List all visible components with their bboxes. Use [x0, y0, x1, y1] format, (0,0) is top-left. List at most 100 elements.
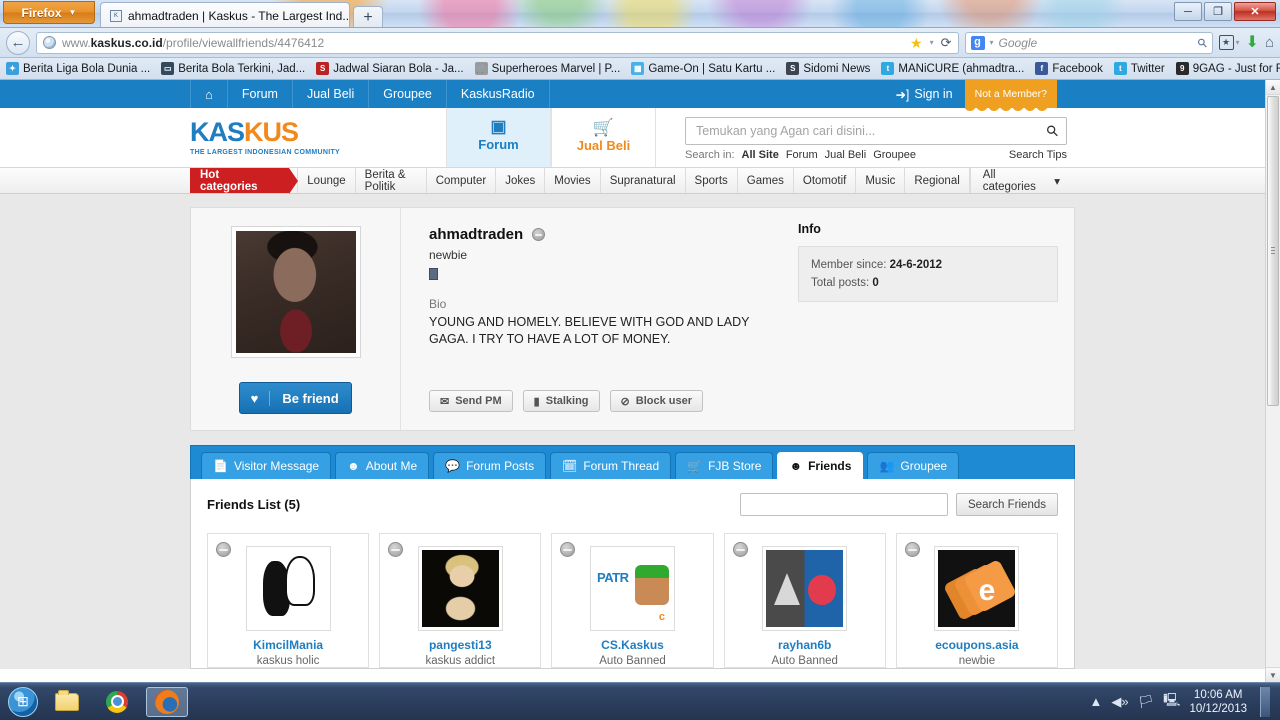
category-item[interactable]: Movies [545, 168, 601, 193]
bookmark-item[interactable]: f Facebook [1035, 62, 1103, 75]
windows-start-icon[interactable]: ⊞ [8, 686, 38, 717]
address-bar[interactable]: www.kaskus.co.id/profile/viewallfriends/… [36, 31, 959, 54]
friend-avatar[interactable] [417, 546, 503, 631]
site-topbar-item-jualbeli[interactable]: Jual Beli [293, 80, 370, 108]
search-tips-link[interactable]: Search Tips [1009, 149, 1067, 161]
friend-card[interactable]: rayhan6b Auto Banned [723, 533, 886, 668]
browser-search-input[interactable]: Google [999, 36, 1193, 50]
bookmark-item[interactable]: S Jadwal Siaran Bola - Ja... [316, 62, 464, 75]
search-friends-input[interactable] [740, 493, 949, 516]
friend-card[interactable]: e ecoupons.asia newbie [895, 533, 1059, 668]
minimize-button[interactable]: ─ [1174, 2, 1202, 21]
category-item[interactable]: Computer [427, 168, 497, 193]
tab-forum-posts[interactable]: 💬 Forum Posts [433, 452, 547, 479]
search-icon[interactable]: ⚲ [1194, 34, 1210, 50]
category-item[interactable]: Berita & Politik [356, 168, 427, 193]
browser-search-bar[interactable]: g ▾ Google ⚲ [964, 31, 1213, 54]
category-item[interactable]: Sports [686, 168, 738, 193]
friend-card[interactable]: pangesti13 kaskus addict [379, 533, 542, 668]
downloads-icon[interactable]: ⬇ [1246, 34, 1259, 51]
site-home-link[interactable]: ⌂ [190, 80, 228, 108]
page-scrollbar[interactable]: ▲ ▼ [1265, 80, 1280, 682]
taskbar-item-mozilla-firefox[interactable] [146, 686, 188, 717]
stalking-button[interactable]: ▮ Stalking [522, 390, 600, 412]
bookmarks-menu-button[interactable]: ★ ▾ [1218, 35, 1240, 50]
bookmark-item[interactable]: t MANiCURE (ahmadtra... [881, 62, 1024, 75]
bookmark-star-icon[interactable]: ★ [910, 36, 923, 50]
tab-visitor-message[interactable]: 📄 Visitor Message [201, 452, 332, 479]
bookmark-item[interactable]: ✦ Berita Liga Bola Dunia ... [6, 62, 150, 75]
friend-name[interactable]: CS.Kaskus [552, 638, 712, 652]
block-user-button[interactable]: ⊘ Block user [609, 390, 703, 412]
friend-name[interactable]: KimcilMania [208, 638, 368, 652]
search-scope-forum[interactable]: Forum [786, 149, 818, 161]
taskbar-item-google-chrome[interactable] [96, 687, 138, 717]
section-tab-forum[interactable]: ▣ Forum [446, 108, 551, 167]
network-icon[interactable]: 🖳 [1163, 691, 1180, 713]
be-friend-button[interactable]: ♥ Be friend [239, 382, 352, 414]
friend-avatar[interactable] [762, 546, 848, 631]
chevron-down-icon[interactable]: ▾ [930, 38, 934, 47]
site-logo[interactable]: KASKUS THE LARGEST INDONESIAN COMMUNITY [190, 108, 446, 167]
taskbar-clock[interactable]: 10:06 AM 10/12/2013 [1189, 688, 1247, 716]
reload-icon[interactable]: ⟳ [941, 35, 952, 51]
friend-card[interactable]: PATR c CS.Kaskus Auto Banned [551, 533, 714, 668]
friend-name[interactable]: rayhan6b [725, 638, 885, 652]
show-desktop-button[interactable] [1260, 686, 1270, 717]
show-hidden-icons-icon[interactable]: ▲ [1089, 694, 1102, 709]
category-item[interactable]: Supranatural [601, 168, 686, 193]
search-scope-all-site[interactable]: All Site [742, 149, 779, 161]
scrollbar-thumb[interactable] [1267, 96, 1279, 406]
category-item[interactable]: Games [738, 168, 794, 193]
hot-categories-button[interactable]: Hot categories [190, 168, 299, 194]
site-topbar-item-groupee[interactable]: Groupee [369, 80, 447, 108]
category-item[interactable]: Lounge [297, 168, 356, 193]
friend-name[interactable]: pangesti13 [380, 638, 540, 652]
search-scope-jual-beli[interactable]: Jual Beli [825, 149, 867, 161]
firefox-menu-button[interactable]: Firefox ▼ [3, 1, 95, 24]
section-tab-jual-beli[interactable]: 🛒 Jual Beli [551, 108, 656, 167]
browser-tab-active[interactable]: K ahmadtraden | Kaskus - The Largest Ind… [100, 2, 350, 27]
category-item[interactable]: Music [856, 168, 906, 193]
bookmark-item[interactable]: ▭ Berita Bola Terkini, Jad... [161, 62, 305, 75]
tab-about-me[interactable]: ☻ About Me [335, 452, 430, 479]
bookmark-item[interactable]: 99GAG - Just for Fun! [1175, 62, 1280, 75]
new-tab-button[interactable]: + [353, 6, 383, 27]
bookmark-item[interactable]: S Sidomi News [786, 62, 870, 75]
site-search-box[interactable]: ⚲ [685, 117, 1067, 145]
friend-card[interactable]: KimcilMania kaskus holic [207, 533, 370, 668]
tab-friends[interactable]: ☻ Friends [777, 452, 864, 479]
tab-forum-thread[interactable]: 🗓 Forum Thread [550, 452, 672, 479]
bookmark-item[interactable]: 🛒 Superheroes Marvel | P... [474, 62, 620, 75]
search-friends-button[interactable]: Search Friends [956, 493, 1058, 516]
send-pm-button[interactable]: ✉ Send PM [429, 390, 513, 412]
not-a-member-button[interactable]: Not a Member? [964, 80, 1058, 115]
maximize-button[interactable]: ❐ [1204, 2, 1232, 21]
friend-avatar[interactable] [245, 546, 331, 631]
category-item[interactable]: Otomotif [794, 168, 857, 193]
bookmark-item[interactable]: ▦ Game-On | Satu Kartu ... [631, 62, 775, 75]
search-scope-groupee[interactable]: Groupee [873, 149, 916, 161]
site-search-input[interactable] [694, 123, 1047, 139]
friend-avatar[interactable]: PATR c [590, 546, 675, 631]
action-center-icon[interactable]: 🏳 [1138, 694, 1155, 710]
tab-fjb-store[interactable]: 🛒 FJB Store [675, 452, 774, 479]
back-button[interactable]: ← [6, 30, 30, 55]
all-categories-dropdown[interactable]: All categories ▾ [969, 168, 1072, 193]
site-topbar-item-kaskusradio[interactable]: KaskusRadio [447, 80, 550, 108]
tab-groupee[interactable]: 👥 Groupee [867, 452, 960, 479]
volume-icon[interactable]: ◀» [1111, 694, 1128, 710]
site-topbar-item-forum[interactable]: Forum [228, 80, 293, 108]
scroll-up-icon[interactable]: ▲ [1266, 80, 1280, 95]
friend-avatar[interactable]: e [934, 546, 1020, 631]
friend-name[interactable]: ecoupons.asia [897, 638, 1057, 652]
category-item[interactable]: Jokes [496, 168, 546, 193]
sign-in-button[interactable]: ➜] Sign in [883, 80, 964, 108]
scroll-down-icon[interactable]: ▼ [1266, 667, 1280, 682]
category-item[interactable]: Regional [905, 168, 970, 193]
taskbar-item-file-explorer[interactable] [46, 687, 88, 717]
bookmark-item[interactable]: t Twitter [1113, 62, 1165, 75]
close-button[interactable]: ✕ [1234, 2, 1276, 21]
chevron-down-icon[interactable]: ▾ [990, 38, 994, 47]
home-icon[interactable]: ⌂ [1265, 34, 1274, 51]
